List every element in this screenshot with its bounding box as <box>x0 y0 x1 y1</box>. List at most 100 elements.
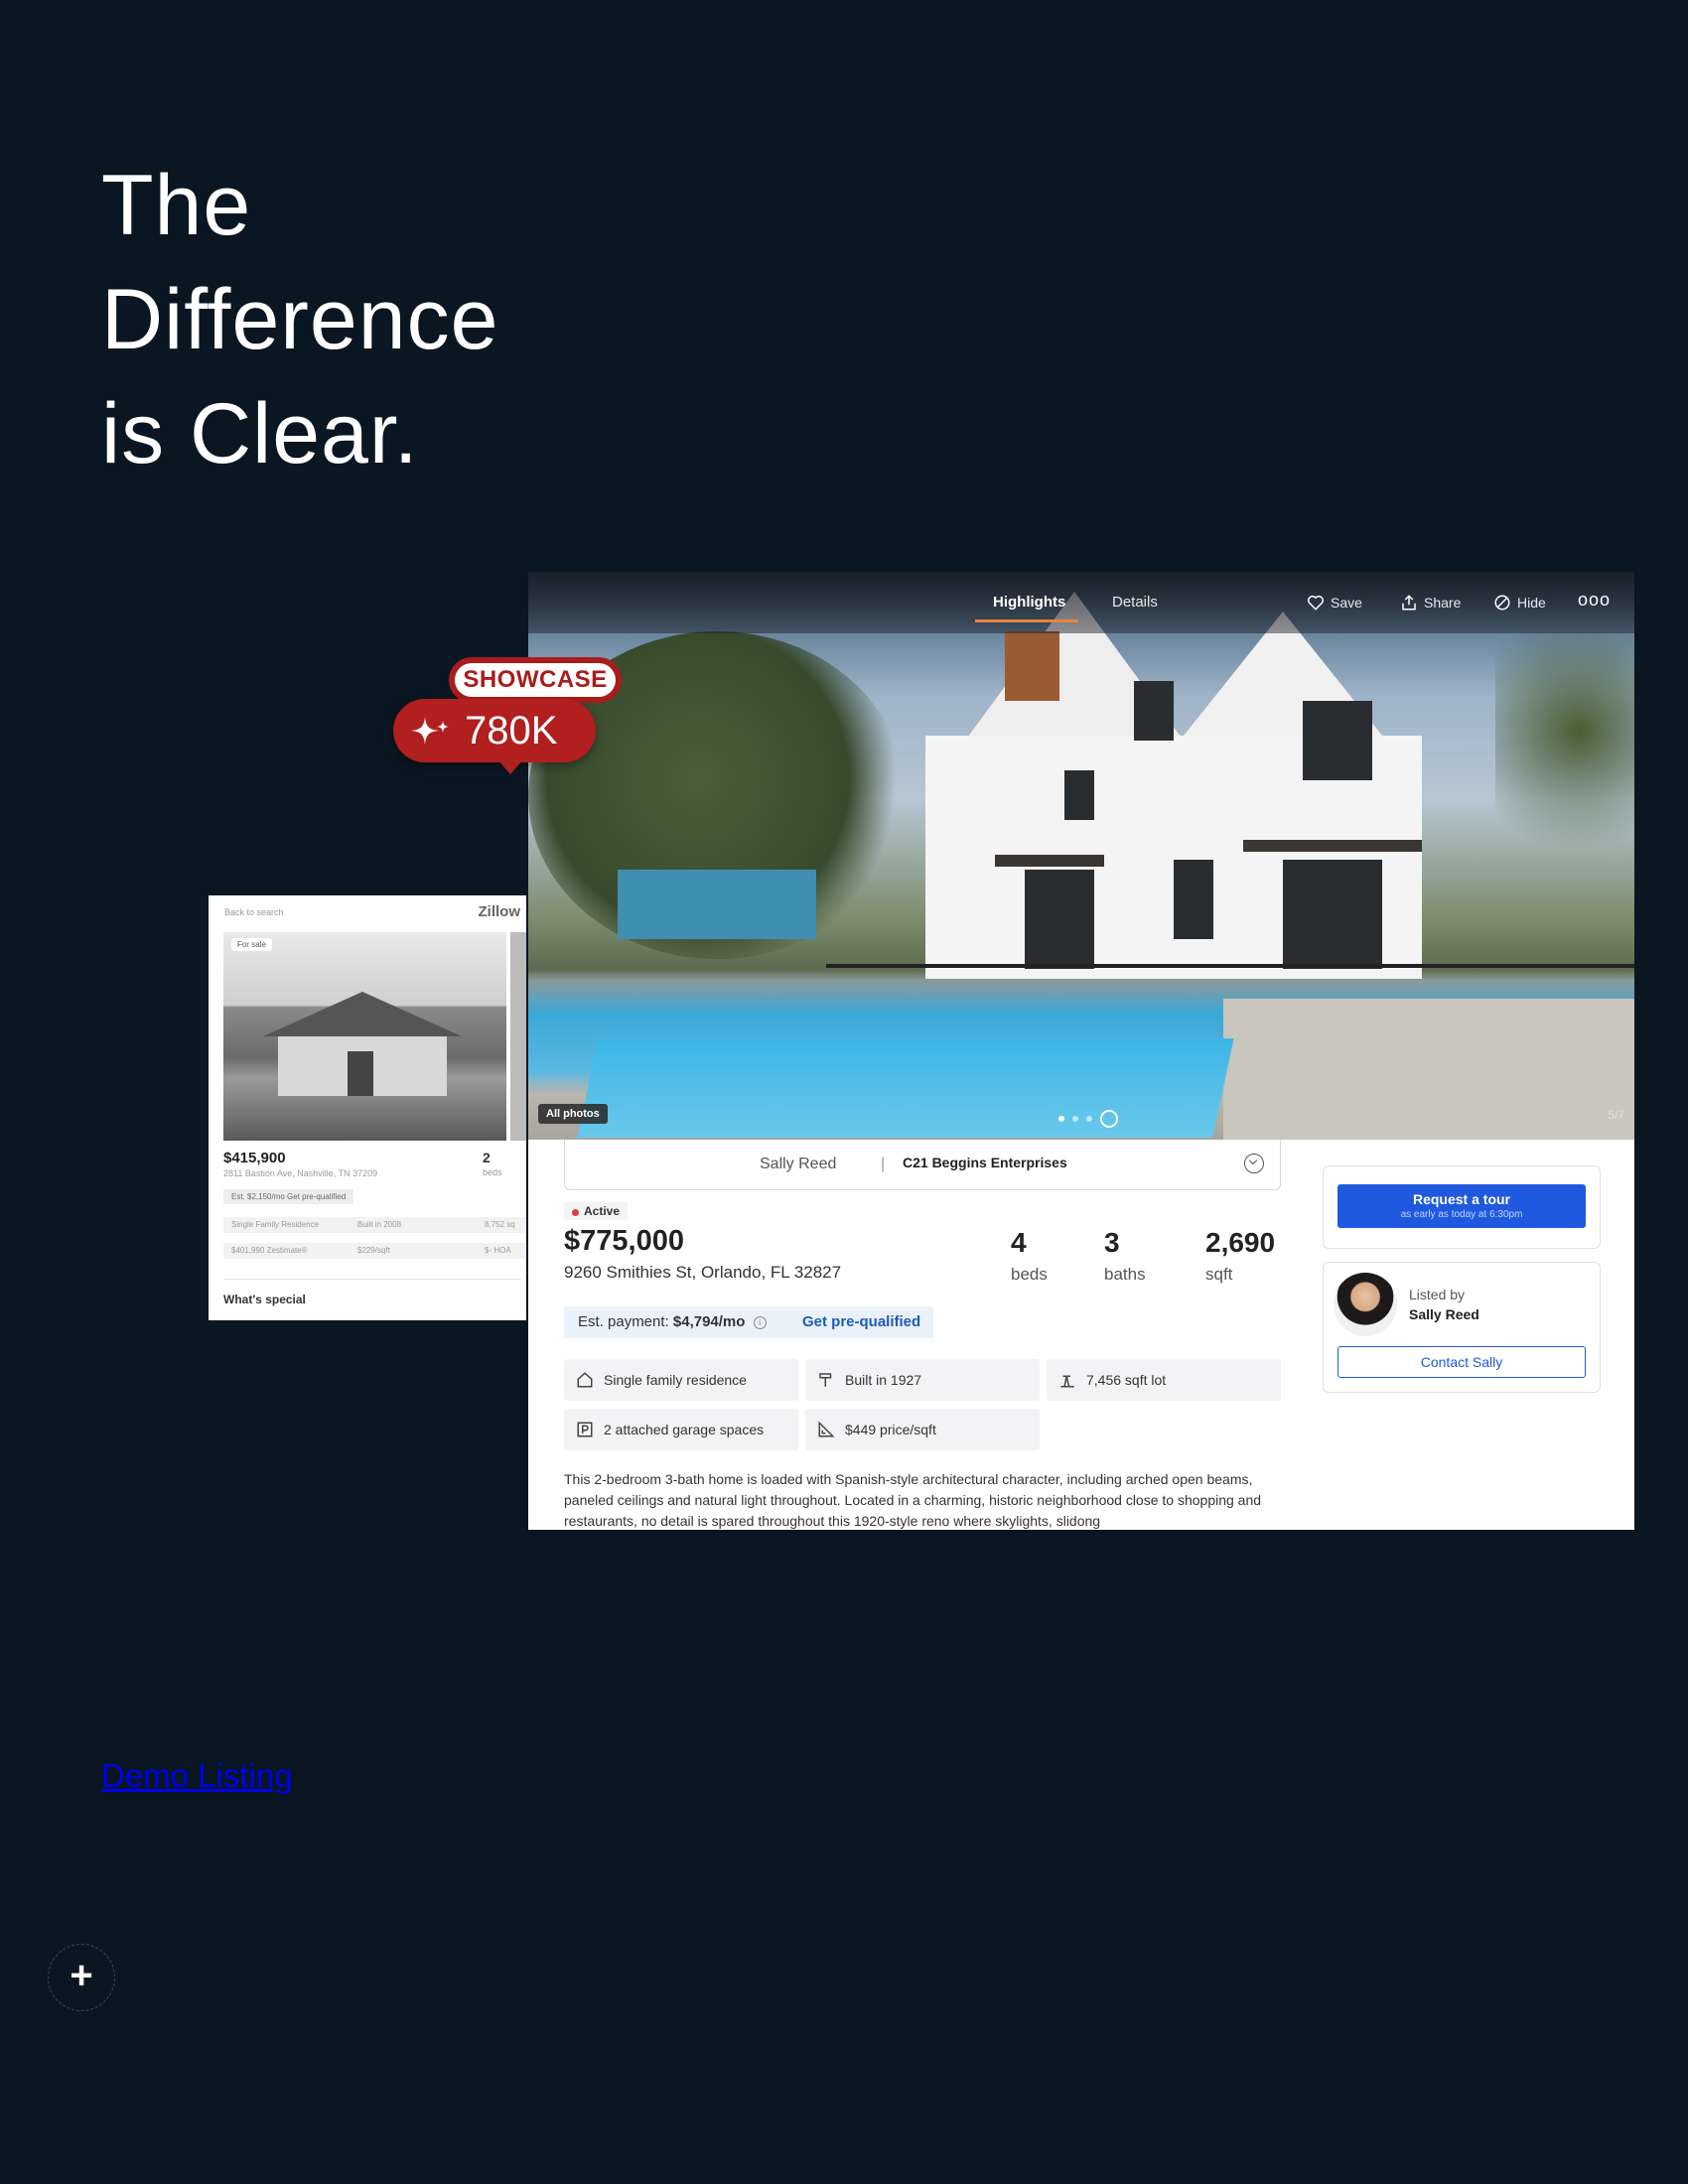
previous-listing-chip: 8,752 sq <box>477 1217 526 1233</box>
headline-line-2: Difference <box>101 272 499 367</box>
window-shape <box>1174 860 1213 939</box>
previous-listing-address: 2811 Bastion Ave, Nashville, TN 37209 <box>223 1168 378 1178</box>
fence-shape <box>826 964 1634 968</box>
previous-listing-chip: $229/sqft <box>350 1243 477 1259</box>
est-payment-value: $4,794/mo <box>672 1313 746 1330</box>
fact-text: 7,456 sqft lot <box>1086 1372 1167 1388</box>
headline-line-3: is Clear. <box>101 386 419 481</box>
previous-listing-photo: For sale <box>223 932 506 1141</box>
share-icon <box>1402 595 1416 611</box>
listing-hero-photo[interactable]: Highlights Details Save Share Hide ooo A… <box>528 572 1634 1140</box>
info-icon[interactable]: i <box>753 1316 767 1329</box>
listed-by-panel: Listed by Sally Reed Contact Sally <box>1323 1262 1601 1393</box>
agent-bar[interactable]: Sally Reed | C21 Beggins Enterprises <box>564 1140 1281 1190</box>
listing-card: Highlights Details Save Share Hide ooo A… <box>528 572 1634 1530</box>
listing-address: 9260 Smithies St, Orlando, FL 32827 <box>564 1263 842 1282</box>
demo-listing-link[interactable]: Demo Listing <box>101 1757 293 1795</box>
chevron-down-icon[interactable] <box>1244 1154 1264 1173</box>
fact-text: $449 price/sqft <box>845 1422 936 1437</box>
brokerage-name: C21 Beggins Enterprises <box>903 1155 1067 1170</box>
all-photos-button[interactable]: All photos <box>538 1104 608 1124</box>
avatar <box>1334 1273 1397 1336</box>
previous-listing-card: Back to search Zillow For sale $415,900 … <box>209 895 526 1320</box>
listed-by-label: Listed by <box>1409 1287 1466 1302</box>
more-options-icon[interactable]: ooo <box>1578 590 1611 611</box>
tour-panel: Request a tour as early as today at 6:30… <box>1323 1165 1601 1249</box>
baths-label: baths <box>1104 1265 1146 1284</box>
sqft-label: sqft <box>1205 1265 1233 1284</box>
lot-icon <box>1060 1375 1074 1388</box>
agent-separator: | <box>881 1156 886 1172</box>
beds-label: beds <box>1011 1265 1048 1284</box>
previous-listing-chip: Single Family Residence <box>223 1217 351 1233</box>
hide-icon <box>1494 595 1510 611</box>
tab-highlights[interactable]: Highlights <box>993 594 1065 611</box>
listed-by-name: Sally Reed <box>1409 1306 1479 1322</box>
fact-chip: $449 price/sqft <box>805 1409 1040 1450</box>
showcase-views-value: 780K <box>465 709 558 752</box>
fact-text: Single family residence <box>604 1372 747 1388</box>
window-shape <box>1134 681 1174 741</box>
est-payment: Est. payment: $4,794/mo i <box>578 1313 767 1330</box>
photo-count: 5/7 <box>1608 1108 1624 1122</box>
pool-shape <box>577 1038 1234 1138</box>
request-a-tour-button[interactable]: Request a tour as early as today at 6:30… <box>1337 1184 1586 1228</box>
beds-value: 4 <box>1011 1227 1027 1258</box>
showcase-badge: SHOWCASE 780K <box>393 655 628 782</box>
active-tab-indicator <box>975 619 1078 622</box>
ruler-icon <box>818 1421 835 1437</box>
sqft-value: 2,690 <box>1205 1227 1276 1258</box>
share-label: Share <box>1424 595 1462 611</box>
photo-carousel-dots <box>1058 1110 1118 1128</box>
house-roof-shape <box>263 992 462 1036</box>
photo-top-bar: Highlights Details Save Share Hide ooo <box>528 572 1634 633</box>
status-badge: Active <box>564 1202 629 1220</box>
showcase-label: SHOWCASE <box>455 663 616 697</box>
save-label: Save <box>1331 595 1362 611</box>
neighbor-house-shape <box>618 870 816 939</box>
tour-button-label: Request a tour <box>1412 1191 1510 1207</box>
share-button[interactable]: Share <box>1400 594 1461 612</box>
window-shape <box>1283 860 1382 969</box>
previous-listing-chip: $401,990 Zestimate® <box>223 1243 351 1259</box>
baths-value: 3 <box>1104 1227 1120 1258</box>
contact-agent-button[interactable]: Contact Sally <box>1337 1346 1586 1378</box>
fact-text: Built in 1927 <box>845 1372 922 1388</box>
house-wood-accent <box>1005 631 1059 701</box>
window-shape <box>1303 701 1372 780</box>
awning-shape <box>1243 840 1422 852</box>
fact-chip: Built in 1927 <box>805 1359 1040 1401</box>
pause-icon[interactable] <box>1100 1110 1118 1128</box>
for-sale-badge: For sale <box>231 938 272 951</box>
carousel-dot[interactable] <box>1058 1116 1064 1122</box>
hide-label: Hide <box>1517 595 1546 611</box>
heart-icon <box>1308 595 1324 611</box>
previous-listing-beds-value: 2 <box>483 1150 491 1165</box>
showcase-label-pill: SHOWCASE <box>449 657 622 703</box>
carousel-dot[interactable] <box>1072 1116 1078 1122</box>
previous-listing-photo-2 <box>510 932 526 1141</box>
hide-button[interactable]: Hide <box>1493 594 1546 612</box>
save-button[interactable]: Save <box>1307 594 1362 612</box>
house-door-shape <box>348 1051 373 1096</box>
previous-listing-est: Est. $2,150/mo Get pre-qualified <box>223 1189 354 1204</box>
headline-line-1: The <box>101 158 252 253</box>
window-shape <box>1025 870 1094 969</box>
fact-chip: 2 attached garage spaces <box>564 1409 798 1450</box>
fact-text: 2 attached garage spaces <box>604 1422 765 1437</box>
patio-shape <box>1223 999 1634 1140</box>
tab-details[interactable]: Details <box>1112 594 1158 611</box>
listing-price: $775,000 <box>564 1225 684 1257</box>
window-shape <box>1064 770 1094 820</box>
est-payment-bar: Est. payment: $4,794/mo i Get pre-qualif… <box>564 1306 933 1338</box>
headline: The Difference is Clear. <box>101 149 498 491</box>
get-pre-qualified-link[interactable]: Get pre-qualified <box>802 1313 920 1330</box>
tour-button-sub: as early as today at 6:30pm <box>1400 1209 1523 1220</box>
carousel-dot[interactable] <box>1086 1116 1092 1122</box>
showcase-pointer <box>496 758 524 774</box>
plus-icon[interactable]: + <box>48 1944 115 2011</box>
hammer-icon <box>819 1373 832 1387</box>
previous-listing-chip: $- HOA <box>477 1243 526 1259</box>
back-to-search-link: Back to search <box>224 907 284 917</box>
home-icon <box>577 1372 593 1388</box>
